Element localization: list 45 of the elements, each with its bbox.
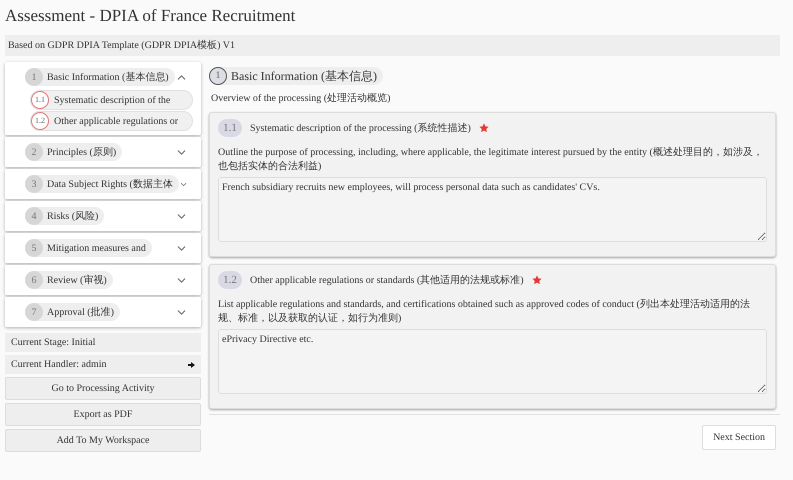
action-button[interactable]: Export as PDF bbox=[5, 403, 201, 426]
handler-label: Current Handler: admin bbox=[11, 358, 107, 372]
question-description: Outline the purpose of processing, including, where applicable, the legitimate interest pursued by the entity (概述处理目的，如涉及，也包括实体的合法利益) bbox=[218, 146, 764, 174]
arrow-right-icon[interactable] bbox=[188, 362, 195, 368]
section-pill: 7 Approval (批准) bbox=[25, 303, 120, 321]
question-title: Systematic description of the processing (系统性描述) bbox=[250, 122, 471, 136]
section-pill: 3 Data Subject Rights (数据主体 bbox=[25, 175, 179, 193]
answer-field[interactable]: French subsidiary recruits new employees, will process personal data such as candidates' CVs. bbox=[218, 177, 767, 242]
step-number: 6 bbox=[25, 271, 43, 289]
template-bar: Based on GDPR DPIA Template (GDPR DPIA模板) V1 bbox=[5, 35, 780, 56]
stage-label: Current Stage: Initial bbox=[5, 333, 201, 352]
step-number: 1.2 bbox=[31, 112, 49, 130]
section-pill: 2 Principles (原则) bbox=[25, 143, 122, 161]
action-button[interactable]: Add To My Workspace bbox=[5, 429, 201, 452]
subsection-item[interactable]: 1.2 Other applicable regulations or bbox=[30, 111, 193, 131]
step-number: 2 bbox=[25, 143, 43, 161]
subsection-item[interactable]: 1.1 Systematic description of the bbox=[30, 90, 193, 110]
section-pill: 1 Basic Information (基本信息) bbox=[25, 68, 175, 86]
step-number: 5 bbox=[25, 239, 43, 257]
question-number: 1.2 bbox=[218, 271, 242, 289]
step-number: 1 bbox=[209, 66, 227, 84]
step-number: 4 bbox=[25, 207, 43, 225]
step-number: 1 bbox=[25, 68, 43, 86]
answer-field[interactable]: ePrivacy Directive etc. bbox=[218, 329, 767, 394]
section-header[interactable]: 4 Risks (风险) bbox=[10, 204, 196, 228]
question-number: 1.1 bbox=[218, 119, 242, 137]
section-title-pill: 1 Basic Information (基本信息) bbox=[209, 66, 383, 84]
step-number: 3 bbox=[25, 175, 43, 193]
section-pill: 4 Risks (风险) bbox=[25, 207, 104, 225]
question-title: Other applicable regulations or standards (其他适用的法规或标准) bbox=[250, 274, 524, 288]
section-header[interactable]: 1 Basic Information (基本信息) bbox=[10, 65, 196, 89]
section-header[interactable]: 2 Principles (原则) bbox=[10, 140, 196, 164]
section-header[interactable]: 5 Mitigation measures and bbox=[10, 236, 196, 260]
section-header[interactable]: 6 Review (审视) bbox=[10, 268, 196, 292]
section-header[interactable]: 7 Approval (批准) bbox=[10, 300, 196, 324]
next-section-button[interactable]: Next Section bbox=[702, 425, 776, 450]
section-pill: 5 Mitigation measures and bbox=[25, 239, 152, 257]
section-header[interactable]: 3 Data Subject Rights (数据主体 bbox=[10, 172, 196, 196]
question-description: List applicable regulations and standards, and certifications obtained such as approved codes of conduct (列出本处理活动适用的法规、标准，以及获取的认证，如行为准则) bbox=[218, 298, 751, 326]
section-pill: 6 Review (审视) bbox=[25, 271, 113, 289]
step-number: 1.1 bbox=[31, 91, 49, 109]
section-subtitle: Overview of the processing (处理活动概览) bbox=[210, 92, 392, 106]
action-button[interactable]: Go to Processing Activity bbox=[5, 377, 201, 400]
step-number: 7 bbox=[25, 303, 43, 321]
page-title: Assessment - DPIA of France Recruitment bbox=[5, 5, 296, 27]
